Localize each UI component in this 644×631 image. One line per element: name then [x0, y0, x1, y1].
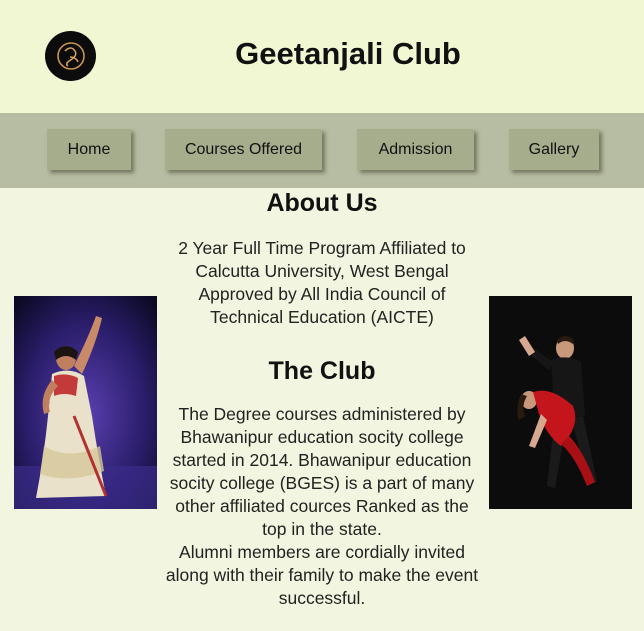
- nav-gallery-button[interactable]: Gallery: [509, 129, 599, 170]
- about-line: Calcutta University, West Bengal: [195, 261, 449, 281]
- nav-home-button[interactable]: Home: [47, 129, 131, 170]
- club-line: Bhawanipur education socity college: [180, 427, 464, 447]
- club-line: along with their family to make the even…: [165, 565, 479, 585]
- the-club-text: The Degree courses administered by Bhawa…: [150, 403, 494, 610]
- club-line: top in the state.: [262, 519, 382, 539]
- club-line: Alumni members are cordially invited: [179, 542, 465, 562]
- club-line: started in 2014. Bhawanipur education: [172, 450, 472, 470]
- about-us-text: 2 Year Full Time Program Affiliated to C…: [150, 237, 494, 329]
- club-line: successful.: [278, 588, 366, 608]
- site-header: Geetanjali Club: [0, 0, 644, 113]
- the-club-heading: The Club: [268, 357, 376, 385]
- main-nav: Home Courses Offered Admission Gallery: [0, 113, 644, 188]
- about-line: Approved by All India Council of: [198, 284, 446, 304]
- classical-dancer-photo: [14, 296, 157, 509]
- club-line: other affiliated cources Ranked as the: [175, 496, 469, 516]
- main-content: About Us 2 Year Full Time Program Affili…: [150, 188, 494, 610]
- site-title: Geetanjali Club: [235, 36, 461, 71]
- club-line: The Degree courses administered by: [178, 404, 466, 424]
- about-line: Technical Education (AICTE): [210, 307, 434, 327]
- nav-admission-button[interactable]: Admission: [357, 129, 474, 170]
- club-line: socity college (BGES) is a part of many: [169, 473, 475, 493]
- about-us-heading: About Us: [266, 189, 378, 217]
- about-line: 2 Year Full Time Program Affiliated to: [178, 238, 466, 258]
- ballroom-dance-couple-photo: [489, 296, 632, 509]
- nav-courses-button[interactable]: Courses Offered: [165, 129, 322, 170]
